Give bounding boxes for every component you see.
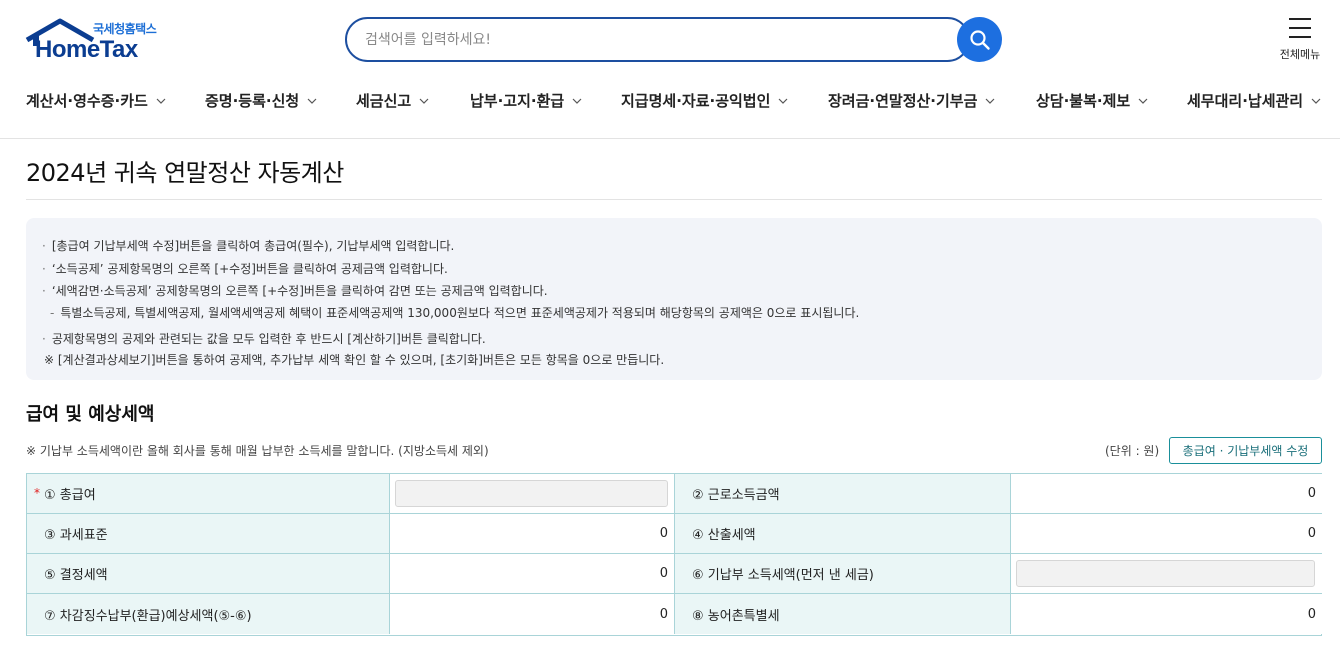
salary-tax-table: * ① 총급여 ② 근로소득금액 0 ③ 과세표준 0 ④ 산출세액 0 ⑤ 결… — [26, 473, 1322, 636]
nav-item-consulting[interactable]: 상담·불복·제보 — [1036, 90, 1148, 111]
nav-item-label: 세금신고 — [356, 92, 412, 110]
table-row-header: ⑧ 농어촌특별세 — [675, 594, 1011, 634]
earned-income-label: ② 근로소득금액 — [692, 488, 780, 503]
rural-special-tax-label: ⑧ 농어촌특별세 — [692, 608, 780, 624]
chevron-down-icon — [307, 98, 317, 104]
chevron-down-icon — [778, 98, 788, 104]
nav-item-tax-agent[interactable]: 세무대리·납세관리 — [1187, 90, 1321, 111]
title-divider — [26, 199, 1322, 200]
search-button[interactable] — [957, 17, 1002, 62]
section-note: ※ 기납부 소득세액이란 올해 회사를 통해 매월 납부한 소득세를 말합니다.… — [26, 444, 489, 458]
table-row-header: ② 근로소득금액 — [675, 474, 1011, 514]
earned-income-value: 0 — [1011, 474, 1322, 514]
nav-item-label: 증명·등록·신청 — [205, 92, 300, 110]
prepaid-tax-field[interactable] — [1016, 560, 1315, 587]
nav-item-payment[interactable]: 납부·고지·환급 — [470, 90, 582, 111]
search-icon — [969, 29, 990, 50]
instruction-text: ‘세액감면·소득공제’ 공제항목명의 오른쪽 [+수정]버튼을 클릭하여 감면 … — [51, 284, 548, 298]
hometax-logo[interactable]: 국세청홈택스 HomeTax — [25, 18, 165, 63]
nav-item-tax-return[interactable]: 세금신고 — [356, 90, 429, 111]
determined-tax-value: 0 — [390, 554, 675, 594]
nav-item-statement[interactable]: 지급명세·자료·공익법인 — [621, 90, 788, 111]
nav-item-label: 세무대리·납세관리 — [1187, 92, 1304, 110]
edit-salary-tax-button[interactable]: 총급여 · 기납부세액 수정 — [1169, 437, 1322, 464]
chevron-down-icon — [1311, 98, 1321, 104]
table-row-header: * ① 총급여 — [27, 474, 390, 514]
table-row-header: ⑤ 결정세액 — [27, 554, 390, 594]
search-input[interactable] — [365, 29, 925, 51]
required-mark: * — [34, 486, 40, 500]
hamburger-menu-icon — [1289, 18, 1311, 38]
instruction-text: 특별소득공제, 특별세액공제, 월세액세액공제 혜택이 표준세액공제액 130,… — [60, 306, 860, 320]
instruction-item: · [총급여 기납부세액 수정]버튼을 클릭하여 총급여(필수), 기납부세액 입… — [42, 239, 455, 253]
table-row-header: ⑦ 차감징수납부(환급)예상세액(⑤-⑥) — [27, 594, 390, 634]
logo-wordmark: HomeTax — [35, 36, 138, 63]
prepaid-tax-label: ⑥ 기납부 소득세액(먼저 낸 세금) — [692, 568, 874, 583]
calculated-tax-value: 0 — [1011, 514, 1322, 554]
nav-item-year-end-settlement[interactable]: 장려금·연말정산·기부금 — [828, 90, 995, 111]
nav-item-label: 상담·불복·제보 — [1036, 92, 1131, 110]
chevron-down-icon — [572, 98, 582, 104]
section-title: 급여 및 예상세액 — [26, 404, 155, 425]
instruction-subitem: - 특별소득공제, 특별세액공제, 월세액세액공제 혜택이 표준세액공제액 130… — [50, 306, 860, 320]
table-row-header: ③ 과세표준 — [27, 514, 390, 554]
instruction-item: · ‘소득공제’ 공제항목명의 오른쪽 [+수정]버튼을 클릭하여 공제금액 입력… — [42, 262, 448, 276]
main-navigation: 계산서·영수증·카드 증명·등록·신청 세금신고 납부·고지·환급 지급명세·자… — [0, 86, 1340, 116]
total-salary-label: ① 총급여 — [44, 488, 96, 503]
determined-tax-label: ⑤ 결정세액 — [44, 568, 108, 583]
page-title: 2024년 귀속 연말정산 자동계산 — [26, 159, 344, 187]
tax-base-value: 0 — [390, 514, 675, 554]
all-menu-button[interactable]: 전체메뉴 — [1272, 16, 1328, 62]
unit-label: (단위 : 원) — [1105, 444, 1160, 458]
table-row-header: ⑥ 기납부 소득세액(먼저 낸 세금) — [675, 554, 1011, 594]
tax-base-label: ③ 과세표준 — [44, 528, 108, 543]
calculated-tax-label: ④ 산출세액 — [692, 528, 756, 543]
chevron-down-icon — [1138, 98, 1148, 104]
nav-item-invoice[interactable]: 계산서·영수증·카드 — [26, 90, 166, 111]
nav-item-label: 납부·고지·환급 — [470, 92, 565, 110]
nav-item-label: 지급명세·자료·공익법인 — [621, 92, 771, 110]
site-header: 국세청홈택스 HomeTax 전체메뉴 계산서·영수증·카드 증명·등록·신청 … — [0, 0, 1340, 139]
instruction-note: ※ [계산결과상세보기]버튼을 통하여 공제액, 추가납부 세액 확인 할 수 … — [44, 353, 665, 367]
chevron-down-icon — [419, 98, 429, 104]
expected-refund-value: 0 — [390, 594, 675, 634]
total-salary-field[interactable] — [395, 480, 668, 507]
chevron-down-icon — [156, 98, 166, 104]
chevron-down-icon — [985, 98, 995, 104]
instruction-item: · 공제항목명의 공제와 관련되는 값을 모두 입력한 후 반드시 [계산하기]버… — [42, 332, 486, 346]
all-menu-label: 전체메뉴 — [1279, 48, 1321, 61]
search-box — [345, 17, 970, 62]
instruction-text: ‘소득공제’ 공제항목명의 오른쪽 [+수정]버튼을 클릭하여 공제금액 입력합… — [51, 262, 448, 276]
nav-item-certificate[interactable]: 증명·등록·신청 — [205, 90, 317, 111]
instruction-text: [총급여 기납부세액 수정]버튼을 클릭하여 총급여(필수), 기납부세액 입력… — [51, 239, 455, 253]
nav-item-label: 계산서·영수증·카드 — [26, 92, 148, 110]
instruction-item: · ‘세액감면·소득공제’ 공제항목명의 오른쪽 [+수정]버튼을 클릭하여 감면… — [42, 284, 548, 298]
logo-subtitle: 국세청홈택스 — [93, 22, 157, 36]
table-row-header: ④ 산출세액 — [675, 514, 1011, 554]
rural-special-tax-value: 0 — [1011, 594, 1322, 634]
nav-item-label: 장려금·연말정산·기부금 — [828, 92, 978, 110]
instruction-text: 공제항목명의 공제와 관련되는 값을 모두 입력한 후 반드시 [계산하기]버튼… — [51, 332, 486, 346]
prepaid-tax-cell — [1011, 554, 1322, 594]
expected-refund-label: ⑦ 차감징수납부(환급)예상세액(⑤-⑥) — [44, 608, 252, 624]
instructions-box: · [총급여 기납부세액 수정]버튼을 클릭하여 총급여(필수), 기납부세액 입… — [26, 218, 1322, 380]
total-salary-cell — [390, 474, 675, 514]
